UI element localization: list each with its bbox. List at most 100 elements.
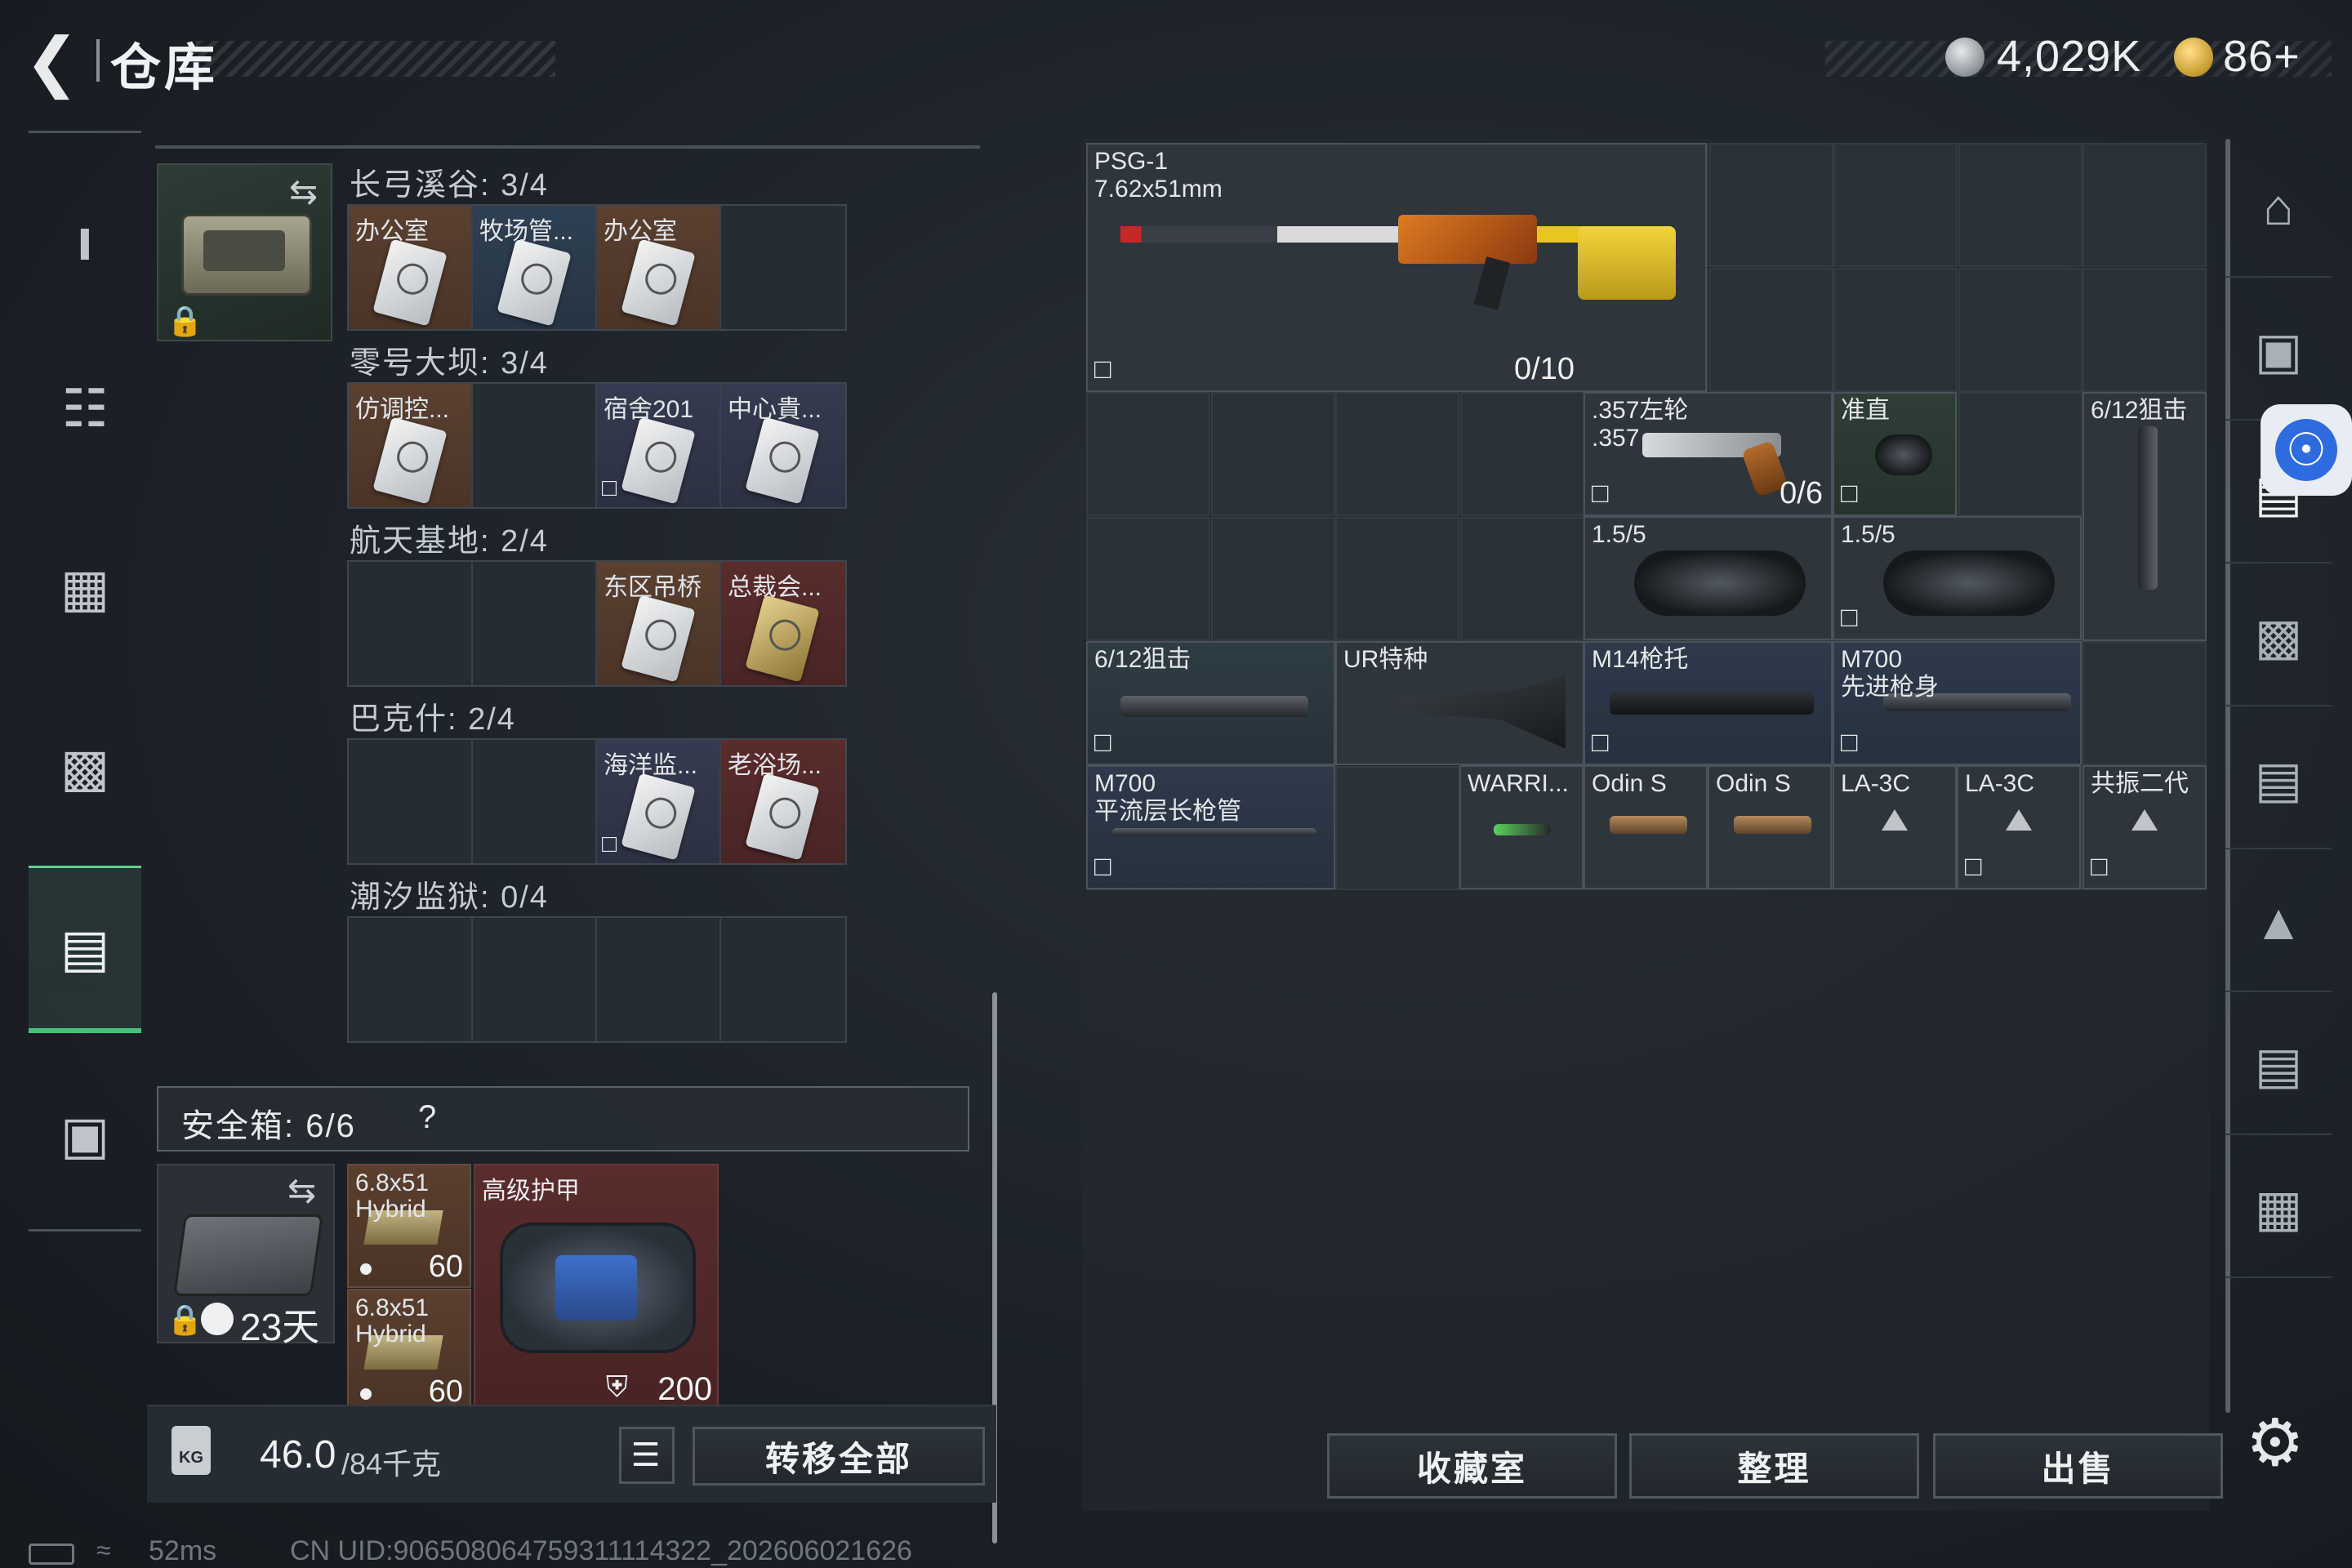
list-view-button[interactable]: ☰: [619, 1427, 675, 1484]
collimator-sight-item[interactable]: 准直 □: [1833, 392, 1957, 516]
ur-stock-item[interactable]: UR特种: [1335, 641, 1584, 765]
revolver-item[interactable]: .357左轮 .357 □ 0/6: [1584, 392, 1833, 516]
key-slot-empty[interactable]: [473, 918, 597, 1041]
warehouse-tab-6[interactable]: ▤: [2225, 996, 2332, 1135]
nav-item-backpack[interactable]: ▦: [29, 506, 141, 670]
grid-cell[interactable]: [1708, 267, 1833, 392]
scope-item[interactable]: 1.5/5: [1584, 516, 1833, 640]
grid-cell[interactable]: [1958, 143, 2082, 267]
key-slot-empty[interactable]: [721, 918, 845, 1041]
scope-item[interactable]: 1.5/5 □: [1833, 516, 2082, 640]
key-slot[interactable]: 仿调控...: [349, 384, 473, 507]
sort-button[interactable]: 整理: [1629, 1433, 1919, 1499]
grid-cell[interactable]: [1335, 765, 1459, 890]
sniper-scope-vertical-item[interactable]: 6/12狙击: [2082, 392, 2207, 641]
grid-cell[interactable]: [1210, 392, 1335, 516]
grid-cell[interactable]: [1708, 143, 1833, 267]
sniper-scope-item[interactable]: 6/12狙击 □: [1086, 641, 1335, 765]
settings-gear-icon[interactable]: ⚙: [2246, 1405, 2305, 1481]
psg1-stock-image: [1578, 226, 1676, 300]
no-insure-icon: □: [1592, 478, 1609, 509]
key-slot[interactable]: 牧场管...: [473, 206, 597, 329]
grid-cell[interactable]: [1958, 267, 2082, 392]
nav-item-rig[interactable]: ▩: [29, 686, 141, 849]
resonance-item[interactable]: 共振二代 □: [2082, 765, 2207, 889]
keycard-icon: [745, 773, 820, 861]
psg1-rifle-item[interactable]: PSG-1 7.62x51mm □ 0/10: [1086, 143, 1707, 392]
key-slot-row: 东区吊桥 总裁会...: [347, 560, 847, 687]
grid-cell[interactable]: [2082, 641, 2207, 765]
la-3c-item[interactable]: LA-3C: [1833, 765, 1957, 889]
warehouse-tab-3[interactable]: ▩: [2225, 568, 2332, 706]
swap-icon[interactable]: ⇆: [287, 1170, 316, 1210]
grid-cell[interactable]: [1833, 143, 1958, 267]
ammo-slot[interactable]: 6.8x51 Hybrid 60: [347, 1289, 471, 1413]
key-slot[interactable]: 海洋监... □: [597, 740, 721, 863]
keycard-holder-item[interactable]: ⇆ 🔒: [157, 163, 332, 341]
grid-cell[interactable]: [2082, 143, 2207, 267]
item-name: 1.5/5: [1841, 521, 1895, 548]
key-slot[interactable]: 总裁会...: [721, 562, 845, 685]
key-slot-empty[interactable]: [597, 918, 721, 1041]
m700-receiver-item[interactable]: M700 先进枪身 □: [1833, 641, 2082, 765]
grid-cell[interactable]: [1958, 392, 2082, 516]
nav-item-weapons[interactable]: ╻: [29, 147, 141, 310]
ammo-slot[interactable]: 6.8x51 Hybrid 60: [347, 1164, 471, 1288]
map-group-title: 长弓溪谷: 3/4: [350, 168, 549, 203]
collection-room-button[interactable]: 收藏室: [1327, 1433, 1617, 1499]
key-slot[interactable]: 老浴场...: [721, 740, 845, 863]
key-slot-empty[interactable]: [349, 918, 473, 1041]
armor-panel-image: [555, 1255, 637, 1321]
nav-item-toolbox[interactable]: ▣: [29, 1054, 141, 1217]
grid-cell[interactable]: [1833, 267, 1958, 392]
accessibility-button[interactable]: ☉: [2261, 404, 2352, 496]
key-slot-empty[interactable]: [349, 562, 473, 685]
no-insure-icon: □: [602, 831, 617, 858]
m700-barrel-item[interactable]: M700 平流层长枪管 □: [1086, 765, 1335, 889]
nav-item-armor[interactable]: ☷: [29, 327, 141, 490]
key-slot[interactable]: 办公室: [349, 206, 473, 329]
warehouse-tab-home[interactable]: ⌂: [2225, 139, 2332, 278]
nav-item-safe-case[interactable]: ▤: [29, 866, 141, 1033]
grid-cell[interactable]: [1459, 516, 1584, 641]
grid-cell[interactable]: [1086, 392, 1210, 516]
grid-cell[interactable]: [1210, 516, 1335, 641]
warehouse-tab-4[interactable]: ▤: [2225, 710, 2332, 849]
odin-s-suppressor-item[interactable]: Odin S: [1584, 765, 1708, 889]
keycard-icon: [745, 416, 820, 505]
warrior-flashlight-item[interactable]: WARRI...: [1459, 765, 1584, 889]
la-3c-item[interactable]: LA-3C □: [1957, 765, 2081, 889]
warehouse-tab-5[interactable]: ▲: [2225, 853, 2332, 992]
key-slot[interactable]: 中心貴...: [721, 384, 845, 507]
item-name: 准直: [1841, 397, 1890, 424]
key-slot-empty[interactable]: [473, 740, 597, 863]
key-slot[interactable]: 东区吊桥: [597, 562, 721, 685]
swap-icon[interactable]: ⇆: [289, 172, 318, 212]
help-icon[interactable]: ?: [418, 1099, 438, 1136]
case-icon: ▤: [60, 918, 110, 978]
key-slot-empty[interactable]: [349, 740, 473, 863]
gold-coin-icon: [2174, 38, 2213, 77]
grid-cell[interactable]: [2082, 267, 2207, 392]
key-slot[interactable]: 办公室: [597, 206, 721, 329]
transfer-all-button[interactable]: 转移全部: [693, 1427, 985, 1486]
grid-cell[interactable]: [1459, 392, 1584, 516]
key-slot-empty[interactable]: [721, 206, 845, 329]
warehouse-tab-1[interactable]: ▣: [2225, 282, 2332, 421]
back-arrow-icon[interactable]: ❮: [24, 29, 82, 95]
grid-cell[interactable]: [1086, 516, 1210, 641]
armor-slot[interactable]: 高级护甲 ⛨ 200: [474, 1164, 719, 1413]
warehouse-tab-7[interactable]: ▦: [2225, 1139, 2332, 1278]
key-slot-empty[interactable]: [473, 562, 597, 685]
grid-cell[interactable]: [1335, 392, 1459, 516]
weapon-workshop-icon: ▣: [2254, 323, 2303, 380]
key-slot-empty[interactable]: [473, 384, 597, 507]
key-slot[interactable]: 宿舍201 □: [597, 384, 721, 507]
odin-s-suppressor-item[interactable]: Odin S: [1708, 765, 1832, 889]
gold-currency-amount[interactable]: 86+: [2223, 31, 2301, 82]
sell-button[interactable]: 出售: [1933, 1433, 2223, 1499]
grid-cell[interactable]: [1335, 516, 1459, 641]
m14-stock-item[interactable]: M14枪托 □: [1584, 641, 1833, 765]
safe-box-header: 安全箱: 6/6 ?: [157, 1086, 969, 1152]
safe-box-item[interactable]: ⇆ 🔒 23天: [157, 1164, 335, 1348]
